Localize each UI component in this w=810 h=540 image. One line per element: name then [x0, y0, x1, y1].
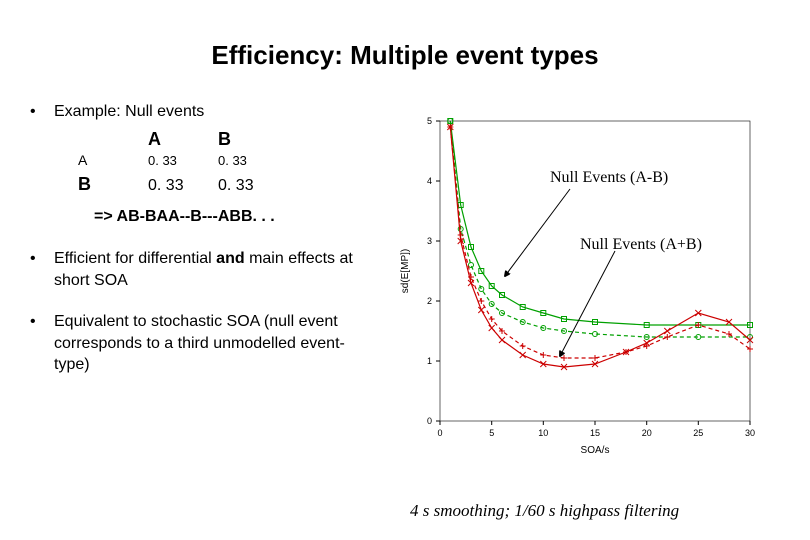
arrow-a-minus-b	[505, 189, 570, 276]
right-column: 0 1 2 3 4 5 0 5 10 15 20 25 30 SOA/s sd(…	[370, 101, 780, 394]
page-title: Efficiency: Multiple event types	[0, 0, 810, 71]
cell-A-B: 0. 33	[218, 152, 288, 170]
bullet-2: • Efficient for differential and main ef…	[30, 248, 370, 291]
row-label-A: A	[78, 151, 148, 170]
col-header-A: A	[148, 127, 218, 151]
cell-B-B: 0. 33	[218, 175, 288, 197]
null-event-table: A B A 0. 33 0. 33 B 0. 33 0. 33	[78, 127, 370, 197]
svg-text:30: 30	[745, 428, 755, 438]
cell-A-A: 0. 33	[148, 152, 218, 170]
content-row: • Example: Null events A B A 0. 33 0. 33	[0, 101, 810, 394]
arrow-a-plus-b	[560, 251, 615, 356]
cell-B-A: 0. 33	[148, 175, 218, 197]
bullet-1: • Example: Null events A B A 0. 33 0. 33	[30, 101, 370, 228]
chart-caption: 4 s smoothing; 1/60 s highpass filtering	[410, 501, 679, 521]
annotation-a-plus-b: Null Events (A+B)	[580, 236, 702, 254]
bullet-1-lead: Example: Null events	[54, 101, 370, 123]
left-column: • Example: Null events A B A 0. 33 0. 33	[0, 101, 370, 394]
col-header-B: B	[218, 127, 288, 151]
row-label-B: B	[78, 172, 148, 196]
bullet-3: • Equivalent to stochastic SOA (null eve…	[30, 311, 370, 376]
sequence-line: => AB-BAA--B---ABB. . .	[94, 206, 370, 228]
